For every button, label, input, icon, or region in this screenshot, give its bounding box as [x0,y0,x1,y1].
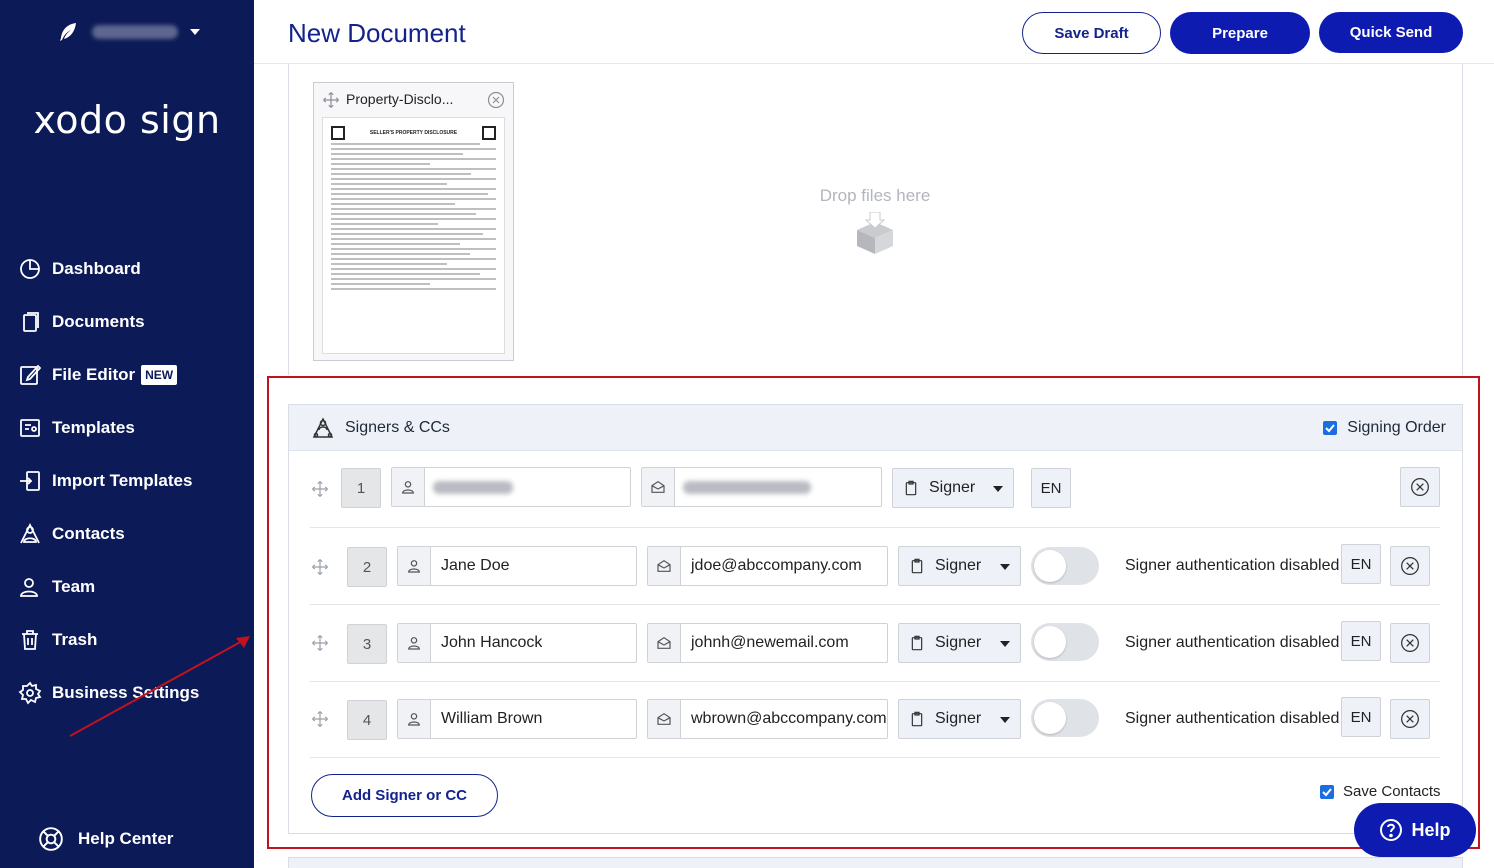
help-center-link[interactable]: Help Center [38,826,173,852]
sidebar-item-templates[interactable]: Templates [18,401,199,454]
edit-icon [20,364,42,385]
sidebar-item-file-editor[interactable]: File Editor NEW [18,348,199,401]
sidebar-item-import-templates[interactable]: Import Templates [18,454,199,507]
document-thumbnail: SELLER'S PROPERTY DISCLOSURE [322,117,505,354]
next-section-header [288,857,1463,868]
account-name-redacted [92,25,178,39]
move-icon[interactable] [322,91,340,109]
save-draft-button[interactable]: Save Draft [1022,12,1161,54]
page-title: New Document [288,18,466,48]
new-badge: NEW [141,364,178,385]
top-header: New Document Save Draft Prepare Quick Se… [254,0,1494,64]
trash-icon [22,629,38,650]
import-icon [20,470,40,491]
help-center-label: Help Center [78,829,174,848]
question-icon [1380,819,1403,841]
chevron-down-icon [190,29,200,35]
sidebar-item-label: Documents [52,311,145,331]
file-name: Property-Disclo... [346,91,454,107]
annotation-highlight-box [267,376,1480,849]
sidebar-item-team[interactable]: Team [18,560,199,613]
sidebar-item-label: Contacts [52,523,125,543]
sidebar-item-label: Team [52,576,96,596]
sidebar-item-label: Import Templates [52,470,193,490]
sidebar-item-documents[interactable]: Documents [18,295,199,348]
sidebar-item-dashboard[interactable]: Dashboard [18,242,199,295]
box-upload-icon [857,211,893,254]
sidebar-item-label: Templates [52,417,135,437]
templates-icon [20,418,40,437]
brand-logo: xodo sign [33,98,221,142]
help-label: Help [1411,819,1451,840]
account-switcher[interactable] [56,20,200,44]
documents-icon [23,311,39,332]
gear-icon [18,681,42,705]
feather-icon [60,23,76,41]
sidebar-item-contacts[interactable]: Contacts [18,507,199,560]
drop-files-text: Drop files here [819,186,931,205]
document-file-card[interactable]: Property-Disclo... SELLER'S PROPERTY DIS… [313,82,514,361]
team-icon [20,577,38,597]
help-button[interactable]: Help [1354,803,1476,857]
prepare-button[interactable]: Prepare [1170,12,1310,54]
contacts-icon [20,522,40,543]
quick-send-button[interactable]: Quick Send [1319,12,1463,53]
close-icon[interactable] [487,91,505,109]
drop-zone[interactable]: Drop files here [780,186,970,261]
lifebuoy-icon [39,827,63,851]
sidebar-item-label: File Editor [52,364,136,384]
thumbnail-title: SELLER'S PROPERTY DISCLOSURE [369,130,458,136]
sidebar-item-label: Dashboard [52,258,141,278]
annotation-arrow [69,636,250,737]
dashboard-icon [20,258,40,279]
